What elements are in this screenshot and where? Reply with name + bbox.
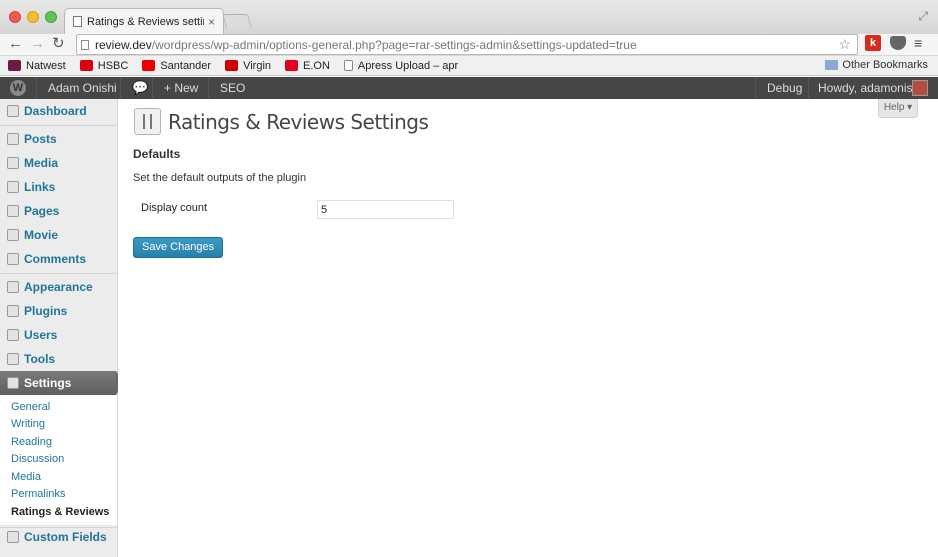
extension-k-icon[interactable]: k bbox=[865, 35, 881, 51]
link-icon bbox=[7, 181, 19, 193]
settings-submenu: General Writing Reading Discussion Media… bbox=[0, 395, 117, 525]
sidebar-item-media[interactable]: Media bbox=[0, 151, 118, 175]
close-window-button[interactable] bbox=[9, 11, 21, 23]
page-icon bbox=[73, 16, 82, 27]
display-count-label: Display count bbox=[141, 202, 208, 214]
minimize-window-button[interactable] bbox=[27, 11, 39, 23]
virgin-icon bbox=[225, 60, 239, 71]
submenu-general[interactable]: General bbox=[11, 401, 50, 413]
media-icon bbox=[7, 157, 19, 169]
pin-icon bbox=[7, 229, 19, 241]
submenu-reading[interactable]: Reading bbox=[11, 436, 52, 448]
back-icon[interactable]: ← bbox=[8, 35, 23, 53]
wp-admin-bar: W Adam Onishi 💬 + New SEO Debug Howdy, a… bbox=[0, 77, 938, 99]
browser-menu-icon[interactable]: ≡ bbox=[914, 35, 922, 51]
comment-icon bbox=[7, 253, 19, 265]
folder-icon bbox=[825, 60, 839, 70]
main-content: Help ▾ Ratings & Reviews Settings Defaul… bbox=[118, 99, 938, 557]
other-bookmarks[interactable]: Other Bookmarks bbox=[825, 59, 928, 71]
page-icon bbox=[81, 39, 89, 50]
pages-icon bbox=[7, 205, 19, 217]
site-name-link[interactable]: Adam Onishi bbox=[40, 77, 125, 99]
custom-fields-icon bbox=[7, 531, 19, 543]
tools-icon bbox=[7, 353, 19, 365]
browser-tab[interactable]: Ratings & Reviews settings × bbox=[64, 8, 224, 34]
bookmark-apress[interactable]: Apress Upload – apr bbox=[343, 60, 458, 72]
sidebar-item-plugins[interactable]: Plugins bbox=[0, 299, 118, 323]
bookmark-star-icon[interactable]: ☆ bbox=[838, 36, 851, 53]
browser-toolbar: ← → ↻ review.dev/wordpress/wp-admin/opti… bbox=[0, 34, 938, 56]
santander-icon bbox=[142, 60, 156, 71]
tab-close-icon[interactable]: × bbox=[208, 15, 215, 29]
bookmark-santander[interactable]: Santander bbox=[142, 60, 211, 72]
settings-icon bbox=[7, 377, 19, 389]
tab-title: Ratings & Reviews settings bbox=[87, 15, 204, 28]
zoom-window-button[interactable] bbox=[45, 11, 57, 23]
new-tab-button[interactable] bbox=[222, 14, 252, 28]
browser-titlebar: Ratings & Reviews settings × ⤢ bbox=[0, 0, 938, 34]
plugin-icon bbox=[7, 305, 19, 317]
hsbc-icon bbox=[79, 60, 93, 71]
natwest-icon bbox=[8, 60, 21, 71]
submenu-writing[interactable]: Writing bbox=[11, 418, 45, 430]
sidebar-item-movie[interactable]: Movie bbox=[0, 223, 118, 247]
bookmark-eon[interactable]: E.ON bbox=[285, 60, 330, 72]
page-title: Ratings & Reviews Settings bbox=[168, 110, 429, 134]
sidebar-item-dashboard[interactable]: Dashboard bbox=[0, 99, 118, 123]
seo-link[interactable]: SEO bbox=[212, 77, 253, 99]
section-title: Defaults bbox=[133, 147, 181, 161]
avatar[interactable] bbox=[912, 80, 928, 96]
fullscreen-icon[interactable]: ⤢ bbox=[918, 9, 928, 24]
section-description: Set the default outputs of the plugin bbox=[133, 172, 307, 184]
pin-icon bbox=[7, 133, 19, 145]
submenu-discussion[interactable]: Discussion bbox=[11, 453, 64, 465]
bookmark-hsbc[interactable]: HSBC bbox=[79, 60, 128, 72]
sidebar-item-links[interactable]: Links bbox=[0, 175, 118, 199]
reload-icon[interactable]: ↻ bbox=[52, 35, 65, 53]
appearance-icon bbox=[7, 281, 19, 293]
sidebar-item-tools[interactable]: Tools bbox=[0, 347, 118, 371]
display-count-input[interactable] bbox=[317, 200, 454, 219]
bookmark-natwest[interactable]: Natwest bbox=[8, 60, 66, 72]
dashboard-icon bbox=[7, 105, 19, 117]
sidebar-item-users[interactable]: Users bbox=[0, 323, 118, 347]
url-text: review.dev/wordpress/wp-admin/options-ge… bbox=[95, 37, 637, 52]
users-icon bbox=[7, 329, 19, 341]
settings-page-icon bbox=[134, 108, 161, 135]
submenu-media[interactable]: Media bbox=[11, 471, 41, 483]
admin-sidebar: Dashboard Posts Media Links Pages Movie … bbox=[0, 99, 124, 557]
help-button[interactable]: Help ▾ bbox=[878, 99, 918, 118]
address-bar[interactable]: review.dev/wordpress/wp-admin/options-ge… bbox=[76, 34, 858, 55]
bookmark-virgin[interactable]: Virgin bbox=[225, 60, 271, 72]
page-icon bbox=[343, 60, 353, 71]
bookmarks-bar: Natwest HSBC Santander Virgin E.ON Apres… bbox=[0, 56, 938, 76]
sidebar-item-pages[interactable]: Pages bbox=[0, 199, 118, 223]
sidebar-item-appearance[interactable]: Appearance bbox=[0, 275, 118, 299]
sidebar-item-posts[interactable]: Posts bbox=[0, 127, 118, 151]
debug-link[interactable]: Debug bbox=[759, 77, 810, 99]
forward-icon[interactable]: → bbox=[30, 35, 45, 53]
sidebar-item-settings[interactable]: Settings bbox=[0, 371, 124, 395]
new-content-link[interactable]: + New bbox=[156, 77, 206, 99]
submenu-permalinks[interactable]: Permalinks bbox=[11, 488, 65, 500]
sidebar-item-custom-fields[interactable]: Custom Fields bbox=[0, 525, 118, 549]
sidebar-item-comments[interactable]: Comments bbox=[0, 247, 118, 271]
submenu-ratings-reviews[interactable]: Ratings & Reviews bbox=[11, 506, 109, 518]
eon-icon bbox=[285, 60, 299, 71]
save-changes-button[interactable]: Save Changes bbox=[133, 237, 224, 258]
wordpress-logo-icon[interactable]: W bbox=[10, 80, 26, 96]
